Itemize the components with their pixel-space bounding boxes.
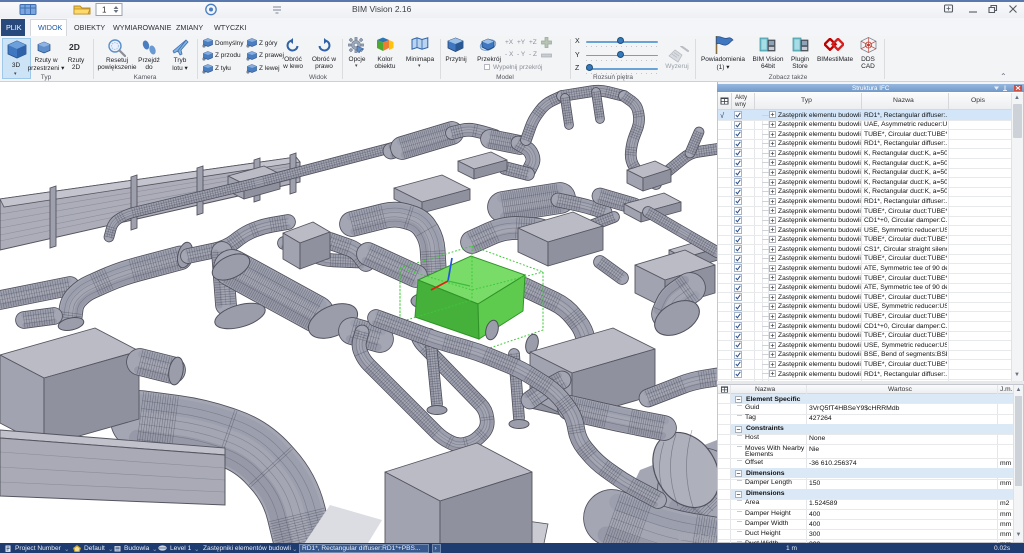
svg-text:BIM Vision: BIM Vision	[678, 533, 716, 542]
svg-text:1: 1	[102, 6, 107, 15]
